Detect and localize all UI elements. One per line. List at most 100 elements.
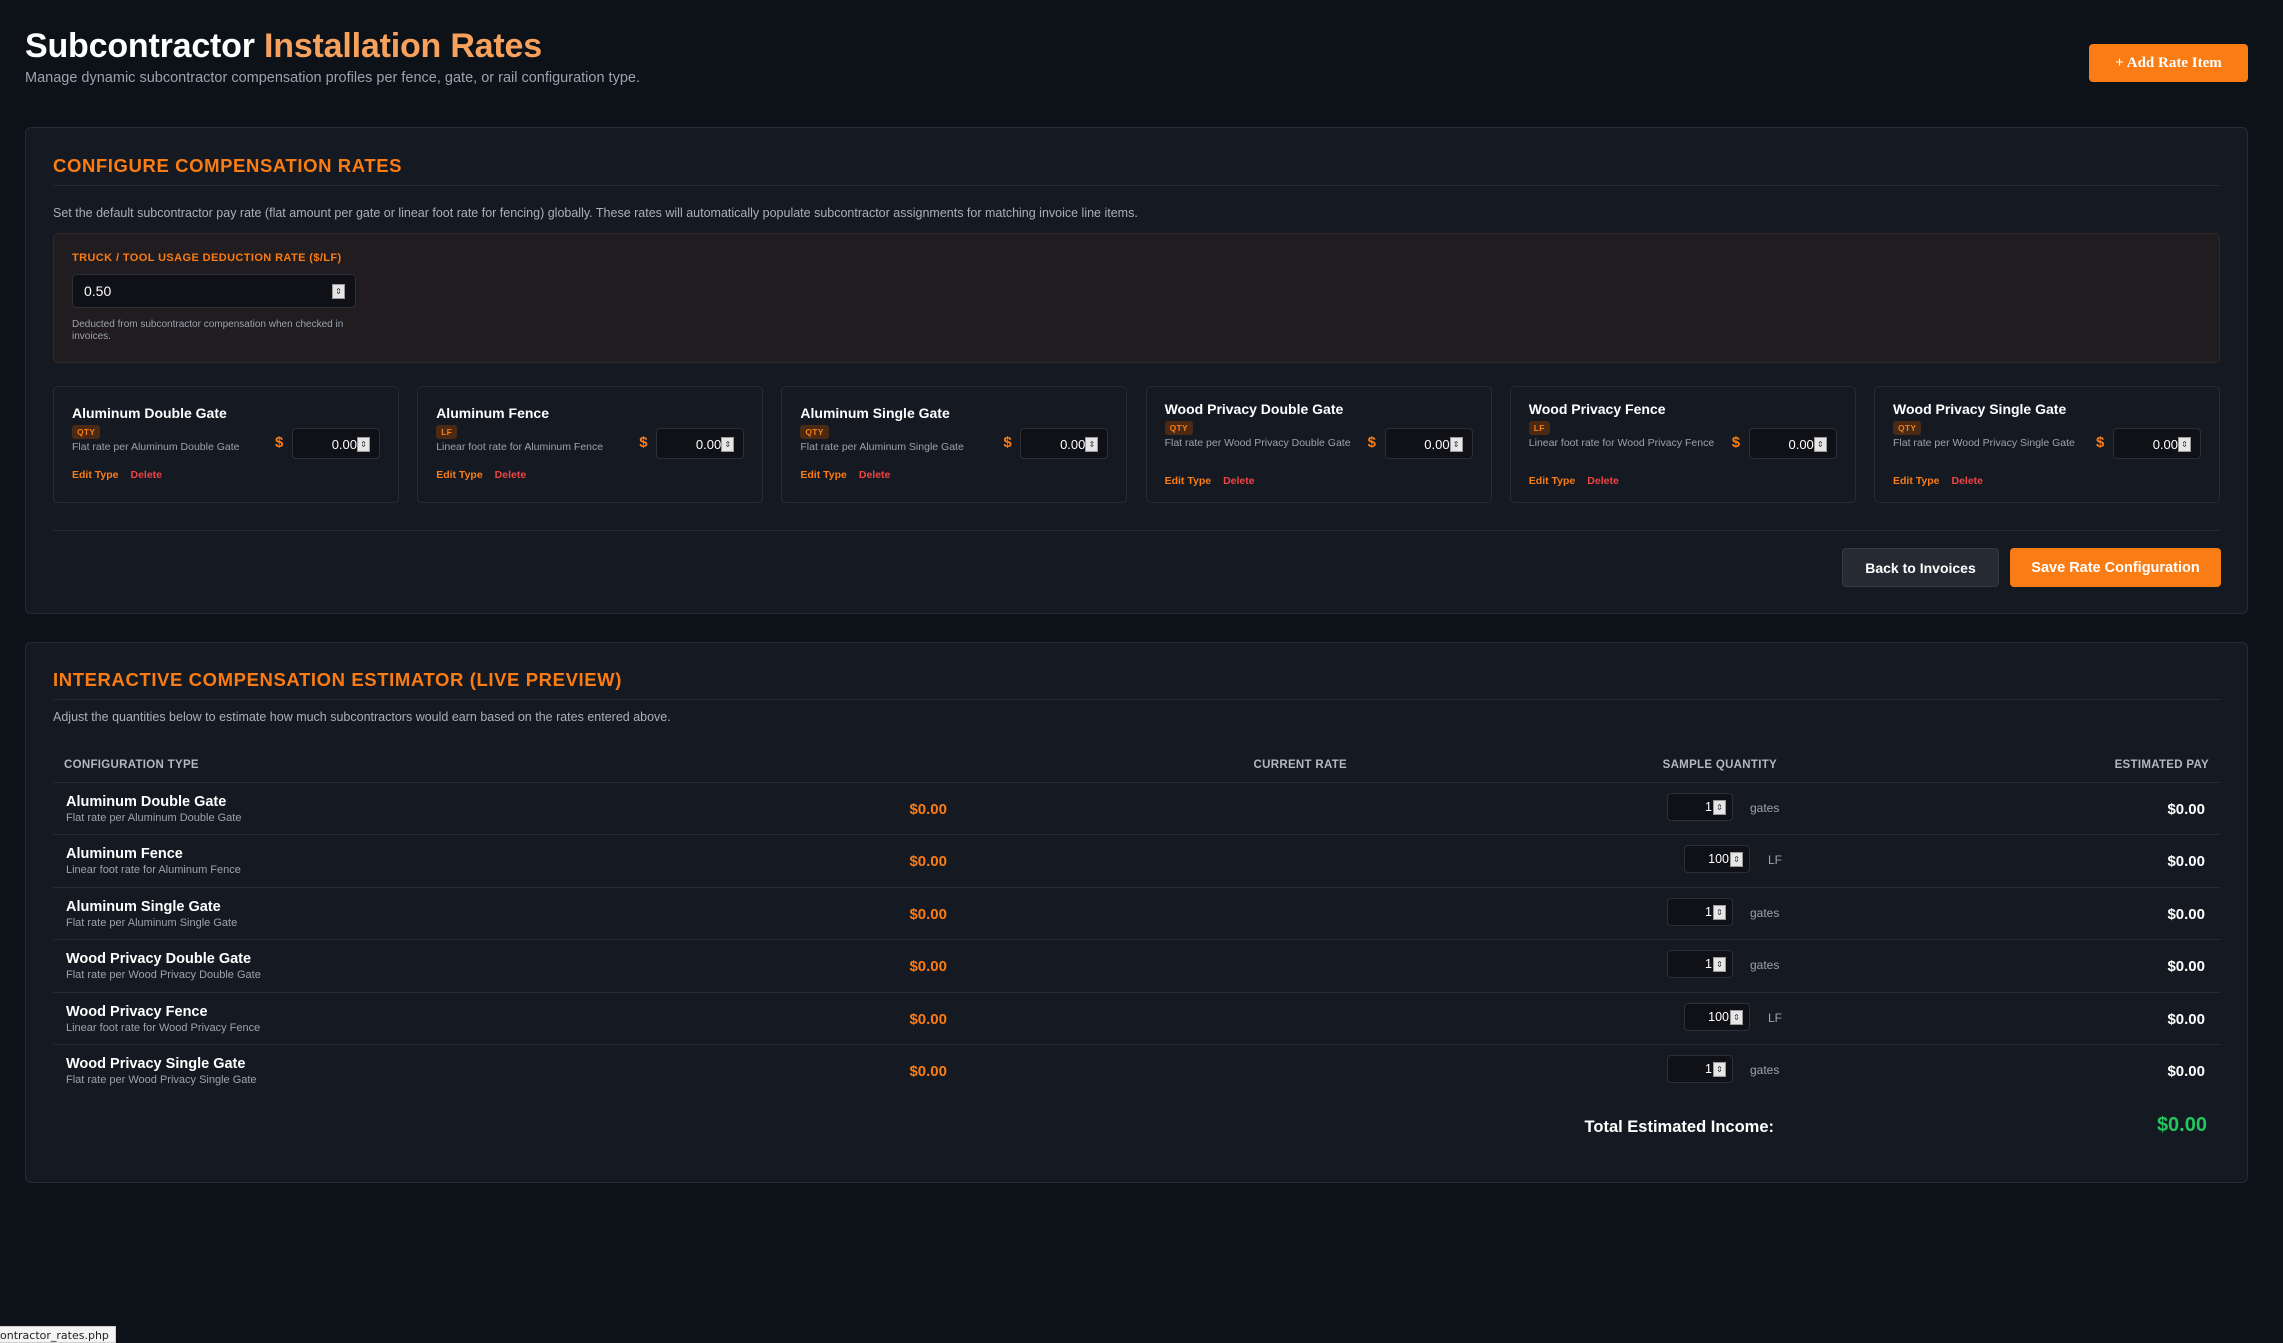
delete-link[interactable]: Delete	[1223, 475, 1255, 487]
spinner-icon[interactable]: ⇕	[332, 284, 345, 299]
rate-item-card: Wood Privacy Single Gate QTY Flat rate per…	[1874, 386, 2220, 503]
spinner-icon[interactable]: ⇕	[721, 437, 735, 452]
sample-quantity-input[interactable]: 1 ⇕	[1667, 793, 1733, 821]
row-configuration-description: Linear foot rate for Wood Privacy Fence	[66, 1021, 261, 1034]
sample-quantity-input[interactable]: 100 ⇕	[1684, 1002, 1750, 1031]
divider	[53, 530, 2220, 531]
truck-deduction-input[interactable]: 0.50 ⇕	[72, 274, 356, 308]
edit-type-link[interactable]: Edit Type	[1165, 475, 1211, 487]
back-to-invoices-button[interactable]: Back to Invoices	[1842, 548, 1999, 587]
rate-item-description: Linear foot rate for Aluminum Fence	[436, 441, 604, 453]
row-estimated-pay: $0.00	[2167, 801, 2205, 818]
delete-link[interactable]: Delete	[1951, 475, 1983, 487]
rate-value: 0.00	[1424, 437, 1450, 452]
rate-type-badge: LF	[436, 425, 458, 439]
status-bar-url: ontractor_rates.php	[0, 1326, 116, 1343]
rate-value-input[interactable]: 0.00 ⇕	[1020, 428, 1109, 459]
sample-quantity-input[interactable]: 1 ⇕	[1667, 950, 1733, 979]
rate-value-input[interactable]: 0.00 ⇕	[292, 428, 380, 459]
estimator-row: Aluminum Single Gate Flat rate per Alumin…	[53, 886, 2220, 939]
rate-value: 0.00	[1060, 437, 1086, 452]
rate-value-input[interactable]: 0.00 ⇕	[1384, 428, 1473, 459]
row-configuration-name: Wood Privacy Fence	[66, 1003, 208, 1020]
title-accent: Installation Rates	[264, 27, 542, 65]
row-configuration-name: Aluminum Fence	[66, 846, 183, 863]
delete-link[interactable]: Delete	[859, 469, 891, 481]
rate-item-description: Flat rate per Aluminum Double Gate	[72, 441, 240, 453]
column-header-configuration-type: CONFIGURATION TYPE	[64, 759, 199, 771]
rate-item-card: Aluminum Single Gate QTY Flat rate per Alu…	[781, 386, 1128, 503]
title-main: Subcontractor	[25, 27, 255, 65]
edit-type-link[interactable]: Edit Type	[800, 469, 846, 481]
divider	[53, 185, 2220, 186]
row-configuration-description: Linear foot rate for Aluminum Fence	[66, 864, 241, 877]
spinner-icon[interactable]: ⇕	[1713, 800, 1726, 815]
edit-type-link[interactable]: Edit Type	[72, 469, 118, 481]
sample-quantity-value: 1	[1705, 800, 1712, 814]
rate-item-name: Aluminum Double Gate	[72, 405, 227, 421]
row-current-rate: $0.00	[909, 801, 947, 818]
spinner-icon[interactable]: ⇕	[1813, 437, 1827, 452]
total-estimated-income-label: Total Estimated Income:	[1584, 1118, 1774, 1136]
estimator-row: Wood Privacy Fence Linear foot rate for W…	[53, 991, 2220, 1044]
spinner-icon[interactable]: ⇕	[1730, 852, 1743, 868]
page-subtitle: Manage dynamic subcontractor compensatio…	[25, 70, 640, 86]
spinner-icon[interactable]: ⇕	[1449, 437, 1463, 452]
rate-value: 0.00	[2152, 437, 2178, 452]
edit-type-link[interactable]: Edit Type	[436, 469, 482, 481]
page: Subcontractor Installation Rates Manage …	[0, 0, 2283, 1343]
rate-type-badge: QTY	[1893, 421, 1922, 435]
rate-item-card: Wood Privacy Fence LF Linear foot rate for…	[1509, 386, 1856, 503]
spinner-icon[interactable]: ⇕	[1713, 904, 1726, 920]
rate-item-actions: Edit Type Delete	[1165, 475, 1255, 487]
rate-item-name: Aluminum Fence	[436, 405, 549, 421]
rate-item-card: Aluminum Fence LF Linear foot rate for Alu…	[417, 386, 764, 503]
rate-item-name: Aluminum Single Gate	[800, 405, 950, 421]
spinner-icon[interactable]: ⇕	[1730, 1009, 1743, 1025]
rate-value: 0.00	[695, 437, 722, 452]
spinner-icon[interactable]: ⇕	[1713, 957, 1726, 973]
configure-rates-card: CONFIGURE COMPENSATION RATES Set the def…	[25, 127, 2248, 614]
rate-item-actions: Edit Type Delete	[1893, 475, 1983, 487]
rate-value-input[interactable]: 0.00 ⇕	[656, 428, 745, 459]
edit-type-link[interactable]: Edit Type	[1529, 475, 1575, 487]
row-configuration-name: Wood Privacy Double Gate	[66, 951, 252, 968]
rate-value-input[interactable]: 0.00 ⇕	[2113, 428, 2201, 459]
sample-quantity-input[interactable]: 1 ⇕	[1667, 1055, 1733, 1083]
row-configuration-name: Aluminum Double Gate	[66, 794, 227, 810]
row-current-rate: $0.00	[909, 853, 947, 871]
spinner-icon[interactable]: ⇕	[357, 437, 370, 452]
currency-symbol: $	[2096, 434, 2105, 451]
sample-quantity-input[interactable]: 1 ⇕	[1667, 897, 1733, 926]
row-estimated-pay: $0.00	[2167, 853, 2205, 871]
rate-type-badge: QTY	[800, 425, 829, 439]
delete-link[interactable]: Delete	[495, 469, 527, 481]
edit-type-link[interactable]: Edit Type	[1893, 475, 1939, 487]
rate-item-name: Wood Privacy Fence	[1528, 401, 1666, 417]
quantity-unit: LF	[1768, 1010, 1783, 1025]
delete-link[interactable]: Delete	[1587, 475, 1619, 487]
currency-symbol: $	[1731, 434, 1741, 451]
rate-value-input[interactable]: 0.00 ⇕	[1748, 428, 1837, 459]
truck-deduction-label: TRUCK / TOOL USAGE DEDUCTION RATE ($/LF)	[72, 252, 342, 264]
row-current-rate: $0.00	[909, 1063, 947, 1080]
estimator-row: Aluminum Fence Linear foot rate for Alumi…	[53, 834, 2220, 886]
row-configuration-name: Wood Privacy Single Gate	[66, 1056, 246, 1072]
save-rate-configuration-button[interactable]: Save Rate Configuration	[2010, 548, 2221, 587]
column-header-estimated-pay: ESTIMATED PAY	[2114, 759, 2209, 771]
row-estimated-pay: $0.00	[2167, 958, 2205, 976]
rate-item-card: Wood Privacy Double Gate QTY Flat rate per…	[1145, 386, 1492, 503]
sample-quantity-value: 1	[1705, 957, 1712, 972]
row-estimated-pay: $0.00	[2167, 1063, 2205, 1080]
configure-rates-title: CONFIGURE COMPENSATION RATES	[53, 155, 403, 176]
rate-item-description: Linear foot rate for Wood Privacy Fence	[1528, 437, 1715, 449]
estimator-row: Wood Privacy Double Gate Flat rate per Wo…	[53, 939, 2220, 991]
row-estimated-pay: $0.00	[2167, 1010, 2205, 1028]
rate-item-name: Wood Privacy Double Gate	[1164, 401, 1344, 417]
spinner-icon[interactable]: ⇕	[1713, 1062, 1726, 1077]
spinner-icon[interactable]: ⇕	[2178, 437, 2191, 452]
spinner-icon[interactable]: ⇕	[1085, 437, 1099, 452]
sample-quantity-input[interactable]: 100 ⇕	[1684, 845, 1750, 874]
delete-link[interactable]: Delete	[130, 469, 162, 481]
add-rate-item-button[interactable]: + Add Rate Item	[2089, 44, 2248, 82]
